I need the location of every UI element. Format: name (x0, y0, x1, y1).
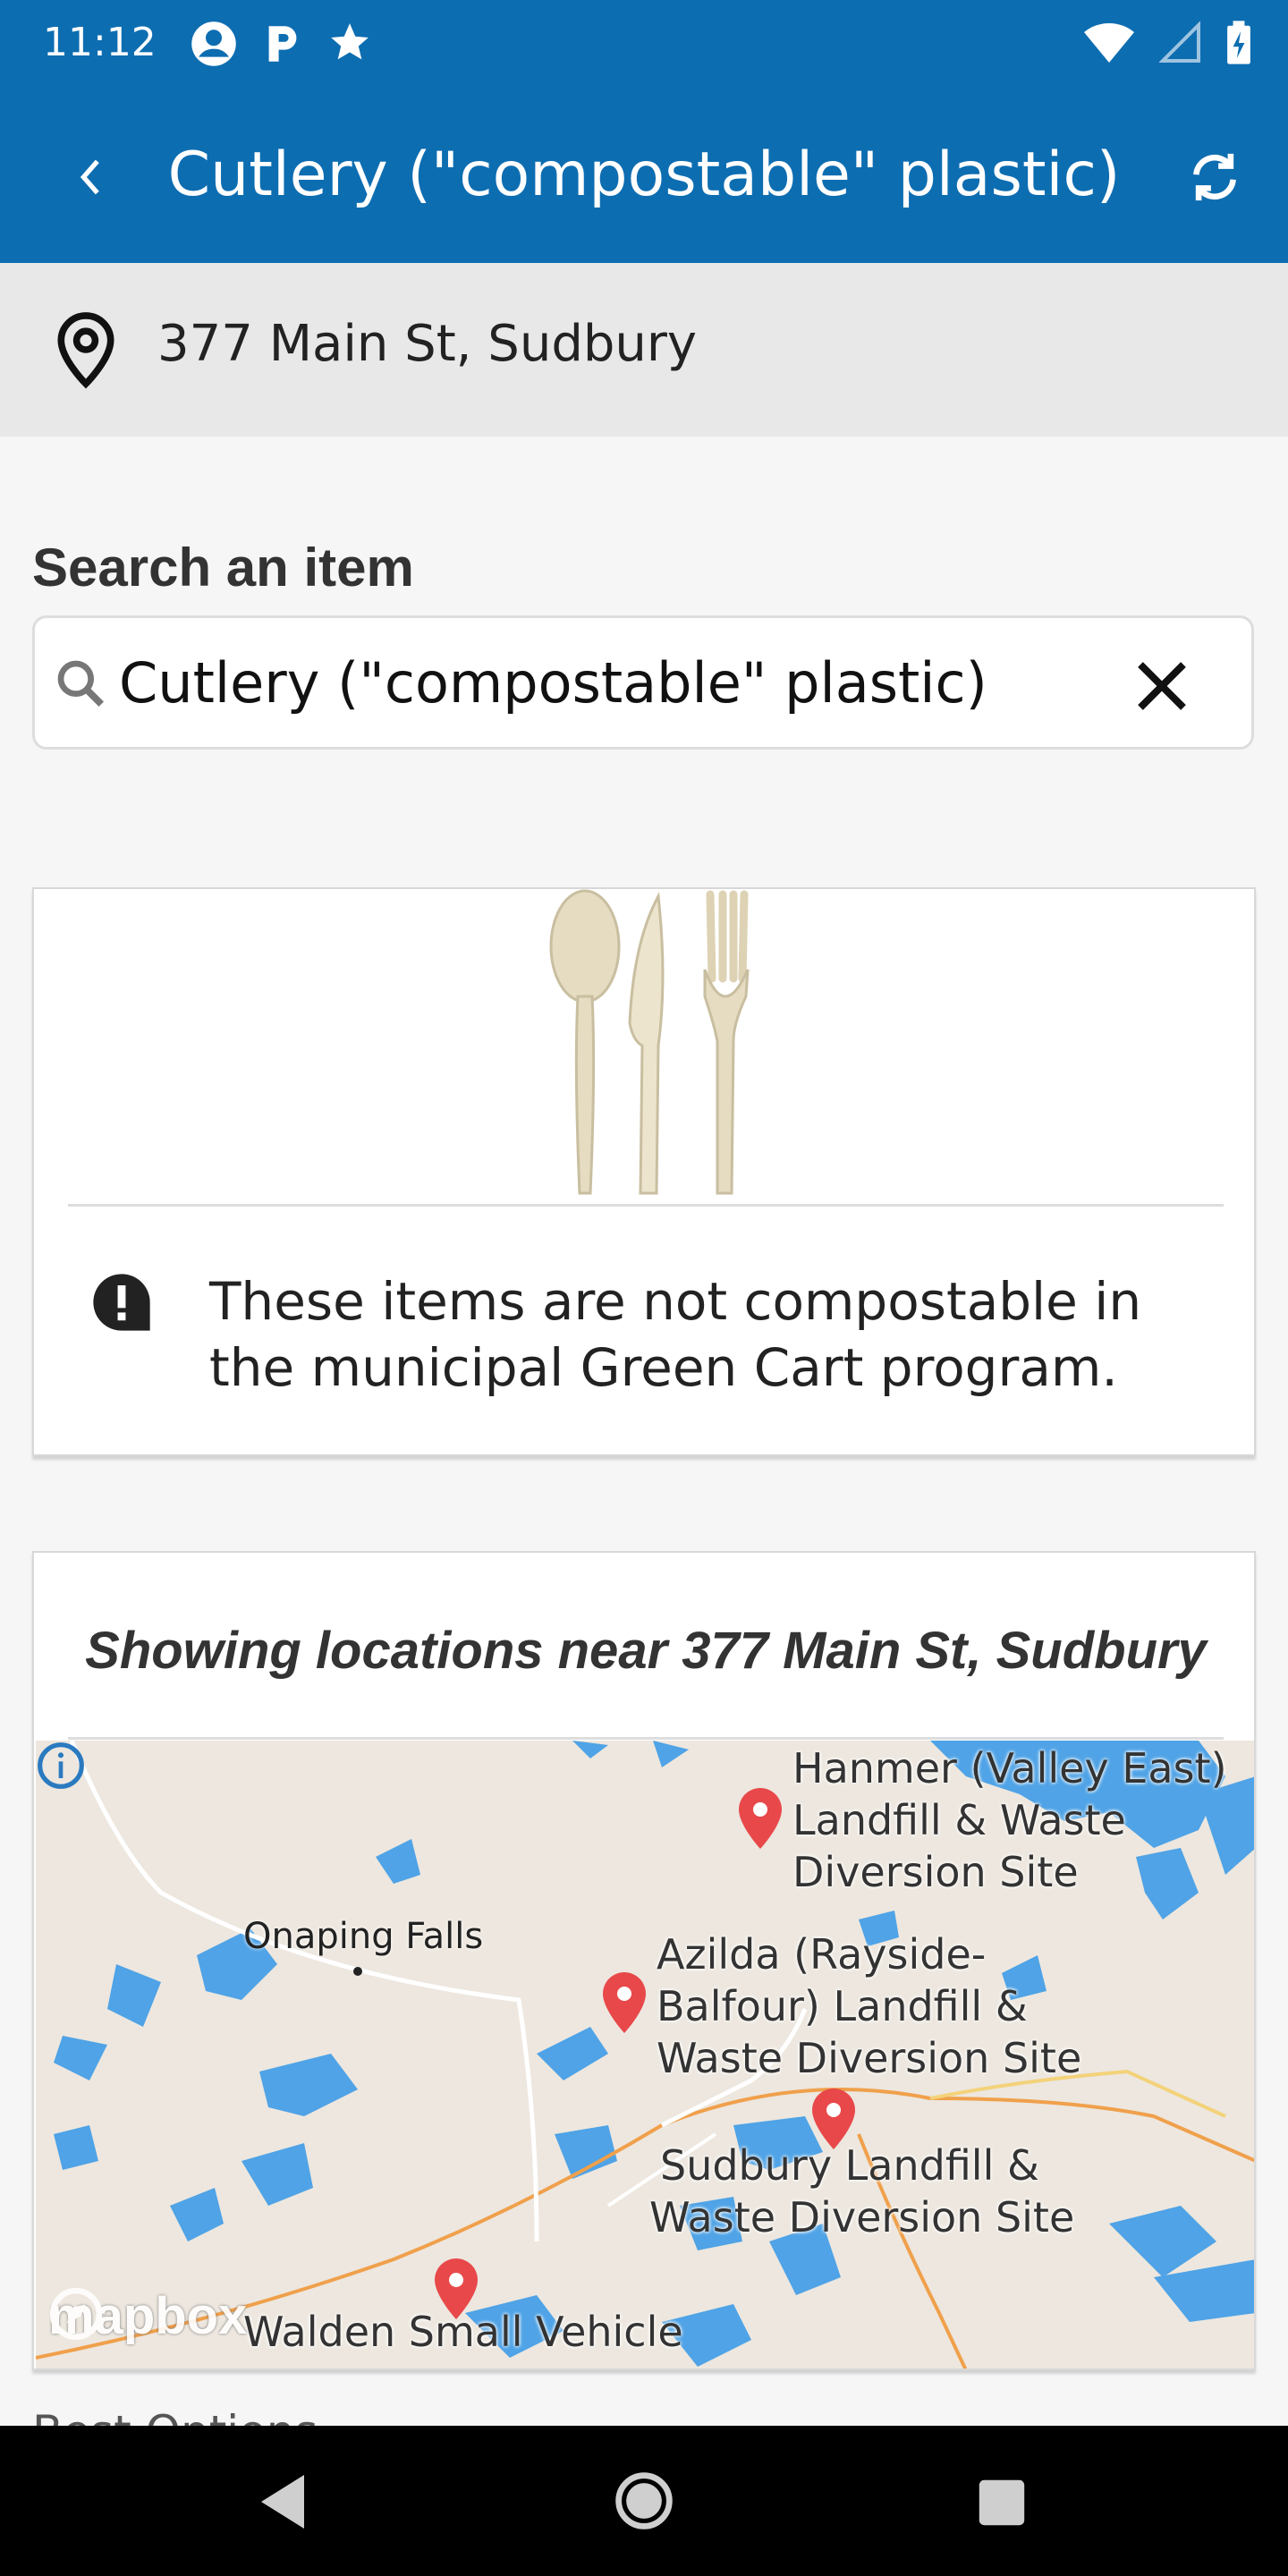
home-circle-icon[interactable] (614, 2470, 674, 2531)
close-icon (1138, 662, 1186, 710)
location-label-line: Hanmer (Valley East) (792, 1744, 1227, 1792)
search-label: Search an item (32, 538, 414, 597)
status-bar: 11:12 (0, 0, 1288, 89)
address-text: 377 Main St, Sudbury (157, 315, 698, 373)
app-bar: Cutlery ("compostable" plastic) (0, 89, 1288, 263)
mapbox-logo: mapbox (48, 2286, 247, 2346)
info-icon[interactable] (36, 1741, 86, 1791)
map-divider (68, 1737, 1224, 1740)
location-label-hanmer[interactable]: Hanmer (Valley East) Landfill & Waste Di… (792, 1742, 1227, 1898)
map-view[interactable]: Onaping Falls Hanmer (Valley East) Landf… (36, 1741, 1254, 2368)
location-pin-icon (57, 312, 114, 389)
search-input[interactable]: Cutlery ("compostable" plastic) (32, 615, 1254, 750)
location-label-line: Waste Diversion Site (649, 2193, 1075, 2241)
status-time: 11:12 (43, 20, 157, 65)
exclamation-bubble-icon (93, 1274, 150, 1331)
star-icon (331, 23, 369, 60)
map-card: Showing locations near 377 Main St, Sudb… (32, 1551, 1256, 2370)
address-bar[interactable]: 377 Main St, Sudbury (0, 263, 1288, 436)
card-divider (68, 1204, 1224, 1207)
location-label-azilda[interactable]: Azilda (Rayside- Balfour) Landfill & Was… (657, 1928, 1081, 2084)
search-icon (57, 660, 104, 707)
location-label-line: Walden Small Vehicle (243, 2308, 683, 2356)
map-marker[interactable] (739, 1787, 782, 1850)
refresh-button[interactable] (1179, 141, 1250, 213)
location-label-walden[interactable]: Walden Small Vehicle (243, 2306, 683, 2358)
status-icons-left (190, 20, 372, 68)
alert-message: These items are not compostable in the m… (209, 1271, 1142, 1398)
system-nav-bar (0, 2426, 1288, 2576)
location-label-line: Balfour) Landfill & (657, 1982, 1028, 2030)
page-title: Cutlery ("compostable" plastic) (167, 140, 1121, 210)
location-label-line: Sudbury Landfill & (660, 2141, 1039, 2190)
map-marker[interactable] (603, 1971, 646, 2034)
clear-search-button[interactable] (1126, 650, 1198, 722)
account-circle-icon (191, 21, 236, 66)
status-icons-right (1082, 20, 1252, 66)
search-value: Cutlery ("compostable" plastic) (119, 650, 987, 716)
location-label-line: Azilda (Rayside- (657, 1930, 987, 1979)
location-label-line: Diversion Site (792, 1848, 1079, 1896)
battery-charging-icon (1227, 21, 1250, 64)
map-title: Showing locations near 377 Main St, Sudb… (85, 1622, 1207, 1680)
signal-icon (1159, 21, 1200, 63)
location-label-sudbury[interactable]: Sudbury Landfill & Waste Diversion Site (649, 2140, 1074, 2243)
recents-square-icon[interactable] (977, 2478, 1027, 2528)
parking-icon (268, 26, 297, 62)
item-card: These items are not compostable in the m… (32, 887, 1256, 1456)
location-label-line: Waste Diversion Site (657, 2034, 1082, 2082)
location-label-line: Landfill & Waste (792, 1796, 1126, 1844)
mapbox-icon (49, 2287, 103, 2341)
compostable-cutlery-image (549, 889, 750, 1195)
wifi-icon (1084, 22, 1134, 64)
refresh-icon (1193, 153, 1236, 201)
town-label: Onaping Falls (243, 1916, 484, 1957)
back-triangle-icon[interactable] (256, 2472, 309, 2531)
